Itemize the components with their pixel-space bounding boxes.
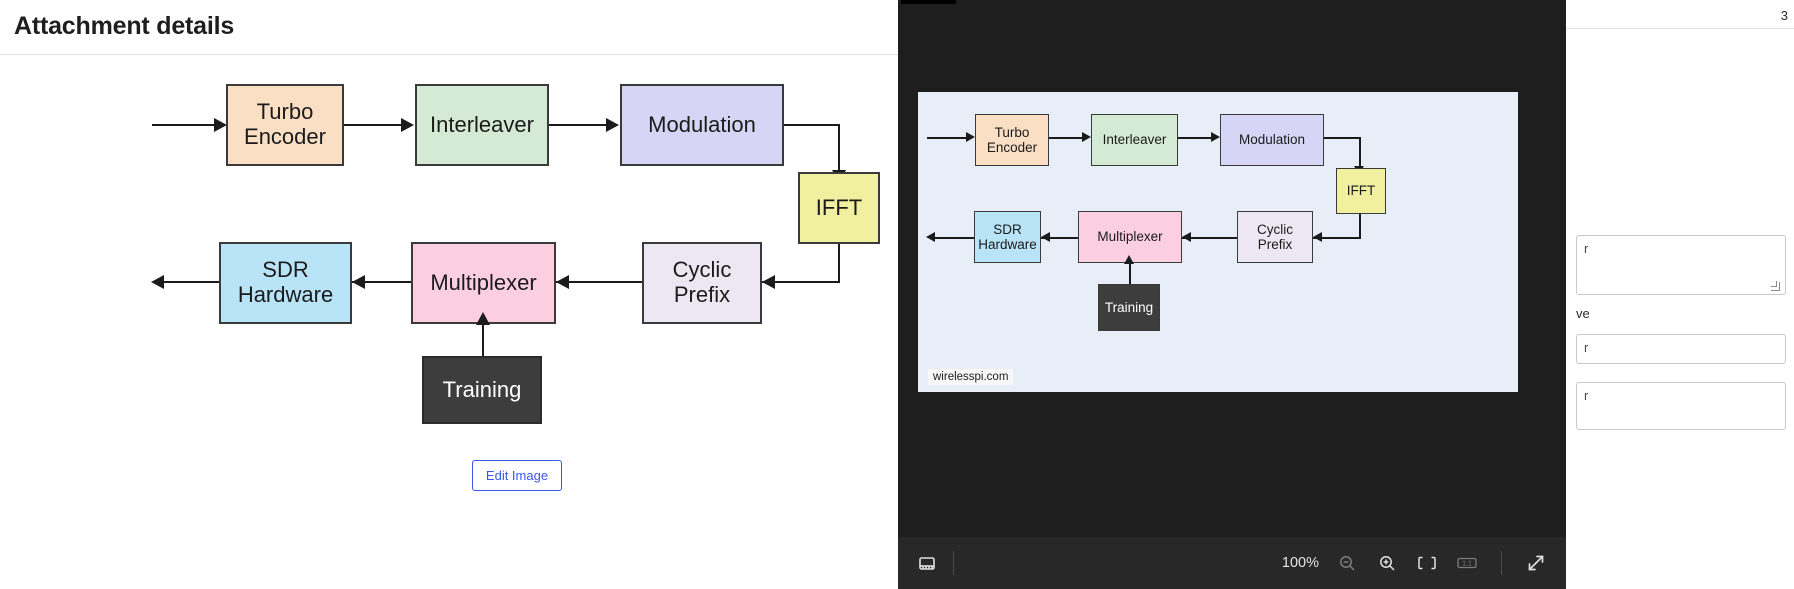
p-arrowhead-turbo-interleaver [1082, 132, 1091, 142]
sidebar-textarea-1[interactable]: r [1576, 235, 1786, 295]
zoom-level-label: 100% [1281, 555, 1319, 571]
arrowhead-ifft-cyclic [762, 275, 775, 289]
sidebar-input-3[interactable]: r [1576, 382, 1786, 430]
p-arrowhead-ifft-cyclic [1313, 232, 1322, 242]
p-node-ifft-label: IFFT [1346, 183, 1376, 199]
p-arrowhead-cyclic-multiplexer [1182, 232, 1191, 242]
screen: Attachment details Turbo Encoder Interle… [0, 0, 1794, 589]
viewer-toolbar: 100% 1:1 [898, 537, 1566, 589]
p-node-cyclic-prefix: Cyclic Prefix [1237, 211, 1313, 263]
watermark: wirelesspi.com [928, 369, 1014, 385]
node-sdr-hardware-label: SDR Hardware [237, 257, 334, 307]
media-viewer-modal: Turbo Encoder Interleaver Modulation IFF… [898, 0, 1566, 589]
sidebar-input-3-value: r [1584, 388, 1589, 403]
sidebar-top-number: 3 [1780, 8, 1788, 23]
zoom-in-icon[interactable] [1371, 547, 1403, 579]
actual-size-label: 1:1 [1462, 560, 1472, 567]
block-diagram-preview[interactable]: Turbo Encoder Interleaver Modulation IFF… [918, 92, 1518, 392]
p-node-sdr-hardware-label: SDR Hardware [978, 221, 1037, 252]
edit-image-button[interactable]: Edit Image [472, 460, 562, 491]
p-node-interleaver: Interleaver [1091, 114, 1178, 166]
edge-modulation-ifft-h [784, 124, 840, 126]
attachment-sidebar-strip: 3 r ve r r [1566, 0, 1794, 589]
viewer-tab-handle[interactable] [901, 0, 956, 4]
node-modulation-label: Modulation [648, 111, 756, 137]
arrowhead-multiplexer-sdr [352, 275, 365, 289]
p-node-cyclic-prefix-label: Cyclic Prefix [1257, 221, 1293, 252]
edge-turbo-interleaver [344, 124, 404, 126]
p-node-modulation: Modulation [1220, 114, 1324, 166]
p-node-ifft: IFFT [1336, 168, 1386, 214]
node-turbo-encoder-label: Turbo Encoder [244, 99, 326, 149]
expand-icon[interactable] [1520, 547, 1552, 579]
page-header: Attachment details [0, 0, 900, 55]
sidebar-input-2[interactable]: r [1576, 334, 1786, 364]
node-ifft: IFFT [798, 172, 880, 244]
block-diagram-large: Turbo Encoder Interleaver Modulation IFF… [0, 60, 900, 450]
resize-handle-icon[interactable] [1771, 281, 1780, 291]
filmstrip-icon[interactable] [911, 547, 943, 579]
edge-sdr-output [164, 281, 219, 283]
p-node-multiplexer-label: Multiplexer [1097, 229, 1163, 245]
node-modulation: Modulation [620, 84, 784, 166]
node-cyclic-prefix: Cyclic Prefix [642, 242, 762, 324]
p-edge-ifft-cyclic-v [1359, 214, 1361, 239]
p-node-training: Training [1098, 284, 1160, 331]
arrowhead-sdr-output [151, 275, 164, 289]
sidebar-input-2-value: r [1584, 340, 1589, 355]
toolbar-divider-left [953, 551, 954, 575]
node-interleaver-label: Interleaver [430, 111, 534, 137]
p-node-sdr-hardware: SDR Hardware [974, 211, 1041, 263]
node-training-label: Training [442, 376, 522, 402]
actual-size-icon[interactable]: 1:1 [1451, 547, 1483, 579]
edge-input-turbo [152, 124, 218, 126]
sidebar-label-save: ve [1576, 306, 1590, 321]
p-node-turbo-encoder: Turbo Encoder [975, 114, 1049, 166]
node-interleaver: Interleaver [415, 84, 549, 166]
node-multiplexer-label: Multiplexer [430, 269, 537, 295]
sidebar-divider [1566, 28, 1794, 29]
p-arrowhead-interleaver-modulation [1211, 132, 1220, 142]
node-sdr-hardware: SDR Hardware [219, 242, 352, 324]
arrowhead-interleaver-modulation [606, 118, 619, 132]
p-node-turbo-encoder-label: Turbo Encoder [986, 124, 1038, 155]
p-arrowhead-input-turbo [966, 132, 975, 142]
p-edge-input-turbo [927, 137, 971, 139]
page-title: Attachment details [14, 12, 235, 40]
zoom-out-icon[interactable] [1331, 547, 1363, 579]
node-ifft-label: IFFT [815, 194, 863, 220]
arrowhead-turbo-interleaver [401, 118, 414, 132]
p-node-interleaver-label: Interleaver [1102, 132, 1167, 148]
p-node-training-label: Training [1104, 299, 1154, 315]
attachment-details-page: Attachment details Turbo Encoder Interle… [0, 0, 900, 589]
p-arrowhead-training-multiplexer [1124, 255, 1134, 264]
node-turbo-encoder: Turbo Encoder [226, 84, 344, 166]
arrowhead-training-multiplexer [476, 312, 490, 325]
arrowhead-cyclic-multiplexer [556, 275, 569, 289]
fit-to-screen-icon[interactable] [1411, 547, 1443, 579]
p-node-modulation-label: Modulation [1238, 132, 1306, 148]
p-edge-sdr-output [935, 237, 974, 239]
p-arrowhead-sdr-output [926, 232, 935, 242]
edge-ifft-cyclic-v [838, 244, 840, 283]
edge-interleaver-modulation [549, 124, 609, 126]
node-cyclic-prefix-label: Cyclic Prefix [672, 257, 732, 307]
sidebar-textarea-1-value: r [1584, 241, 1589, 256]
toolbar-divider-right [1501, 551, 1502, 575]
node-training: Training [422, 356, 542, 424]
p-arrowhead-multiplexer-sdr [1041, 232, 1050, 242]
p-edge-modulation-ifft-h [1324, 137, 1361, 139]
